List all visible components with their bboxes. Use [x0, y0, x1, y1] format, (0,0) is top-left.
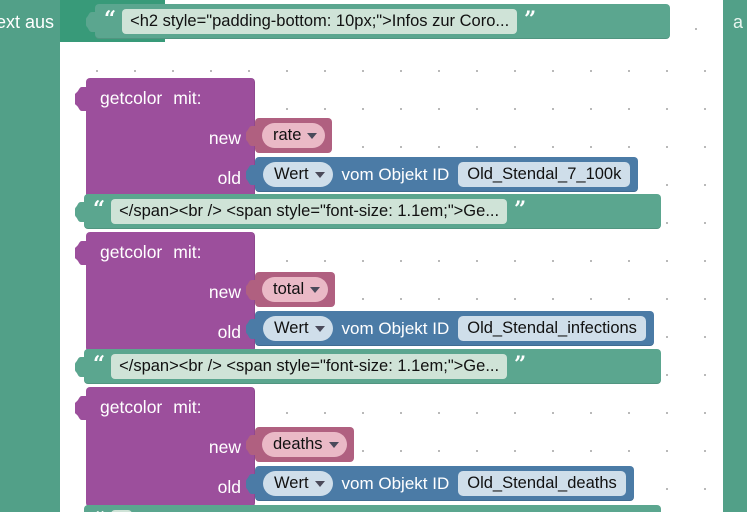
value-plug-icon: [75, 357, 85, 377]
quote-close-icon: ”: [524, 6, 536, 31]
statement-plug-icon: [75, 241, 87, 265]
dropdown-value: rate: [273, 125, 302, 144]
procedure-title-row: getcolor mit:: [86, 232, 255, 272]
object-id-value[interactable]: Old_Stendal_infections: [458, 315, 646, 342]
property-value: Wert: [274, 473, 309, 492]
dropdown-field[interactable]: total: [262, 276, 329, 303]
text-value[interactable]: </span><br /> <span style="font-size: 1.…: [111, 198, 508, 225]
quote-close-icon: ”: [514, 351, 526, 376]
value-plug-icon: [246, 165, 256, 185]
procedure-title-row: getcolor mit:: [86, 78, 255, 118]
procedure-call-block[interactable]: getcolor mit: new old: [75, 387, 255, 507]
text-block-partial[interactable]: “: [84, 505, 661, 512]
caret-down-icon: [310, 287, 321, 293]
edge-label-left: ext aus: [0, 12, 55, 32]
value-plug-icon: [246, 319, 256, 339]
property-dropdown-field[interactable]: Wert: [263, 470, 333, 497]
value-plug-icon: [246, 435, 256, 455]
value-plug-icon: [246, 126, 256, 146]
text-block[interactable]: “ </span><br /> <span style="font-size: …: [75, 194, 661, 229]
arg-label-old: old: [217, 321, 241, 342]
workspace-background-right: [723, 0, 747, 512]
quote-close-icon: ”: [514, 196, 526, 221]
procedure-with-label: mit:: [173, 241, 202, 262]
property-dropdown-field[interactable]: Wert: [263, 161, 333, 188]
arg-label-new: new: [208, 127, 241, 148]
connector-notch-spacer: [68, 42, 88, 87]
value-plug-icon: [75, 202, 85, 222]
procedure-name: getcolor: [100, 396, 163, 417]
workspace-background-left: [0, 0, 60, 512]
get-object-value-block[interactable]: Wert vom Objekt ID Old_Stendal_deaths: [246, 466, 634, 501]
quote-open-icon: “: [104, 6, 116, 31]
statement-plug-icon: [75, 87, 87, 111]
procedure-arg-row-new: new: [86, 427, 255, 467]
statement-plug-icon: [75, 396, 87, 420]
procedure-arg-row-old: old: [86, 312, 255, 352]
caret-down-icon: [328, 442, 339, 448]
procedure-name: getcolor: [100, 87, 163, 108]
value-plug-icon: [86, 12, 96, 32]
procedure-name: getcolor: [100, 241, 163, 262]
quote-open-icon: “: [93, 351, 105, 376]
procedure-with-label: mit:: [173, 396, 202, 417]
text-value[interactable]: <h2 style="padding-bottom: 10px;">Infos …: [122, 8, 518, 35]
dropdown-block[interactable]: rate: [246, 118, 333, 153]
property-dropdown-field[interactable]: Wert: [263, 315, 333, 342]
dropdown-value: deaths: [273, 434, 323, 453]
quote-open-icon: “: [93, 196, 105, 221]
procedure-arg-row-old: old: [86, 158, 255, 198]
text-block[interactable]: “ </span><br /> <span style="font-size: …: [75, 349, 661, 384]
caret-down-icon: [314, 481, 325, 487]
dropdown-value: total: [273, 279, 305, 298]
property-value: Wert: [274, 318, 309, 337]
get-object-value-block[interactable]: Wert vom Objekt ID Old_Stendal_infection…: [246, 311, 654, 346]
object-id-value[interactable]: Old_Stendal_7_100k: [458, 161, 631, 188]
arg-label-old: old: [217, 476, 241, 497]
procedure-title-row: getcolor mit:: [86, 387, 255, 427]
dropdown-block[interactable]: deaths: [246, 427, 354, 462]
procedure-arg-row-new: new: [86, 118, 255, 158]
procedure-arg-row-new: new: [86, 272, 255, 312]
object-id-label: vom Objekt ID: [341, 318, 450, 338]
procedure-call-block[interactable]: getcolor mit: new old: [75, 78, 255, 198]
caret-down-icon: [314, 326, 325, 332]
dropdown-field[interactable]: deaths: [262, 431, 347, 458]
property-value: Wert: [274, 164, 309, 183]
procedure-call-block[interactable]: getcolor mit: new old: [75, 232, 255, 352]
caret-down-icon: [307, 133, 318, 139]
edge-label-right: a: [733, 12, 744, 32]
blockly-workspace[interactable]: ext aus a “ <h2 style="padding-bottom: 1…: [0, 0, 747, 512]
get-object-value-block[interactable]: Wert vom Objekt ID Old_Stendal_7_100k: [246, 157, 639, 192]
dropdown-block[interactable]: total: [246, 272, 336, 307]
procedure-arg-row-old: old: [86, 467, 255, 507]
arg-label-old: old: [217, 167, 241, 188]
text-value[interactable]: </span><br /> <span style="font-size: 1.…: [111, 353, 508, 380]
object-id-label: vom Objekt ID: [341, 473, 450, 493]
object-id-value[interactable]: Old_Stendal_deaths: [458, 470, 626, 497]
arg-label-new: new: [208, 281, 241, 302]
arg-label-new: new: [208, 436, 241, 457]
text-block[interactable]: “ <h2 style="padding-bottom: 10px;">Info…: [86, 4, 670, 39]
dropdown-field[interactable]: rate: [262, 122, 326, 149]
value-plug-icon: [246, 474, 256, 494]
caret-down-icon: [314, 172, 325, 178]
value-plug-icon: [246, 280, 256, 300]
procedure-with-label: mit:: [173, 87, 202, 108]
object-id-label: vom Objekt ID: [341, 164, 450, 184]
